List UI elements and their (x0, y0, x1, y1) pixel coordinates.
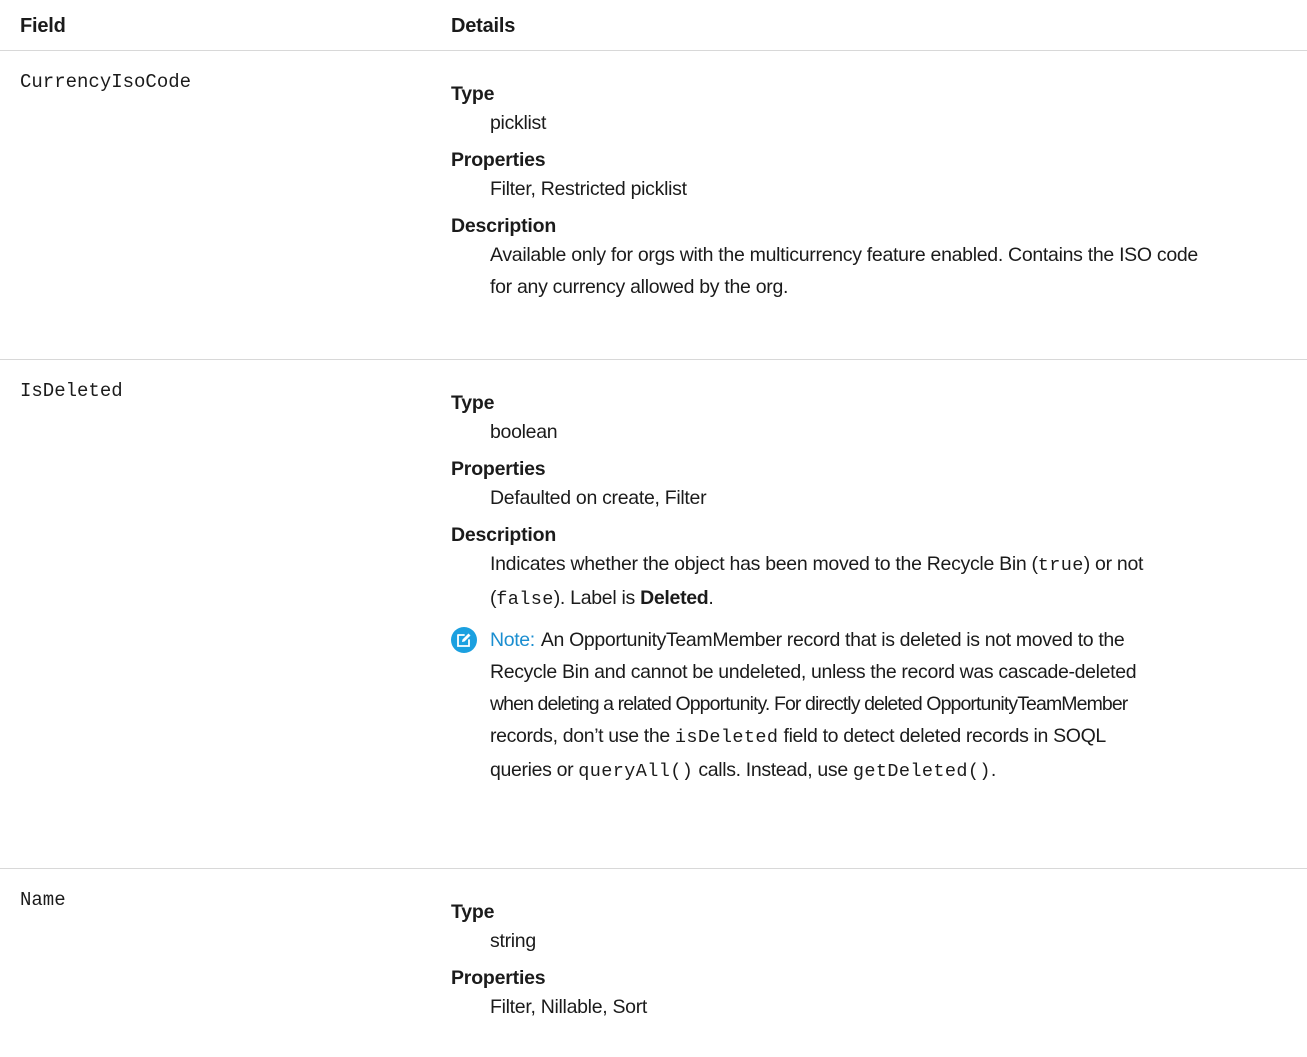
properties-value: Filter, Restricted picklist (490, 178, 687, 200)
type-label: Type (451, 901, 495, 923)
column-header-field: Field (20, 15, 66, 37)
field-table: Field Details CurrencyIsoCode Type pickl… (0, 0, 1307, 1057)
description-text: ). Label is (553, 587, 641, 609)
type-section: Type string (451, 899, 1287, 957)
description-line: Indicates whether the object has been mo… (490, 548, 1287, 582)
table-row: CurrencyIsoCode Type picklist Properties… (0, 51, 1307, 360)
description-value: Indicates whether the object has been mo… (490, 548, 1287, 616)
description-line: Available only for orgs with the multicu… (490, 244, 1198, 266)
properties-section: Properties Filter, Nillable, Sort (451, 965, 1287, 1023)
code-queryall: queryAll() (578, 761, 694, 782)
properties-value: Defaulted on create, Filter (490, 487, 707, 509)
type-section: Type boolean (451, 390, 1287, 448)
field-name: CurrencyIsoCode (20, 71, 192, 93)
note-line: records, don’t use the isDeleted field t… (490, 720, 1287, 754)
type-label: Type (451, 392, 495, 414)
description-line: for any currency allowed by the org. (490, 276, 789, 298)
code-false: false (496, 589, 554, 610)
note-text: field to detect deleted records in SOQL (778, 725, 1107, 747)
note-edit-icon (451, 627, 477, 653)
field-name: IsDeleted (20, 380, 123, 402)
table-row: IsDeleted Type boolean Properties Defaul… (0, 360, 1307, 869)
description-section: Description Indicates whether the object… (451, 522, 1287, 616)
type-section: Type picklist (451, 81, 1287, 139)
note-line: queries or queryAll() calls. Instead, us… (490, 754, 1287, 788)
note-text: An OpportunityTeamMember record that is … (540, 629, 1125, 651)
field-name: Name (20, 889, 66, 911)
note-text: records, don’t use the (490, 725, 675, 747)
note-label: Note: (490, 629, 535, 651)
note-line: Recycle Bin and cannot be undeleted, unl… (490, 661, 1137, 683)
description-label: Description (451, 524, 557, 546)
code-true: true (1037, 555, 1084, 576)
description-text: ) or not (1083, 553, 1144, 575)
field-details: Type picklist Properties Filter, Restric… (451, 81, 1287, 311)
properties-section: Properties Defaulted on create, Filter (451, 456, 1287, 514)
properties-label: Properties (451, 458, 546, 480)
column-header-details: Details (451, 15, 516, 37)
description-section: Description Available only for orgs with… (451, 213, 1287, 303)
note-text: queries or (490, 759, 579, 781)
note-callout: Note: An OpportunityTeamMember record tha… (451, 624, 1287, 788)
label-deleted: Deleted (640, 587, 709, 609)
note-text: calls. Instead, use (693, 759, 853, 781)
table-header: Field Details (0, 0, 1307, 51)
description-text: Indicates whether the object has been mo… (490, 553, 1038, 575)
field-details: Type boolean Properties Defaulted on cre… (451, 390, 1287, 788)
code-getdeleted: getDeleted() (852, 761, 991, 782)
type-value: boolean (490, 421, 558, 443)
code-isdeleted: isDeleted (674, 727, 779, 748)
properties-section: Properties Filter, Restricted picklist (451, 147, 1287, 205)
description-line: (false). Label is Deleted. (490, 587, 714, 610)
description-label: Description (451, 215, 557, 237)
properties-label: Properties (451, 967, 546, 989)
note-line: Note: An OpportunityTeamMember record tha… (490, 624, 1287, 656)
note-text: . (990, 759, 996, 781)
table-row: Name Type string Properties Filter, Nill… (0, 869, 1307, 1057)
type-value: string (490, 930, 536, 952)
description-text: . (708, 587, 714, 609)
properties-value: Filter, Nillable, Sort (490, 996, 648, 1018)
properties-label: Properties (451, 149, 546, 171)
field-details: Type string Properties Filter, Nillable,… (451, 899, 1287, 1031)
note-line: when deleting a related Opportunity. For… (490, 693, 1128, 715)
description-value: Available only for orgs with the multicu… (490, 239, 1287, 303)
type-label: Type (451, 83, 495, 105)
type-value: picklist (490, 112, 547, 134)
